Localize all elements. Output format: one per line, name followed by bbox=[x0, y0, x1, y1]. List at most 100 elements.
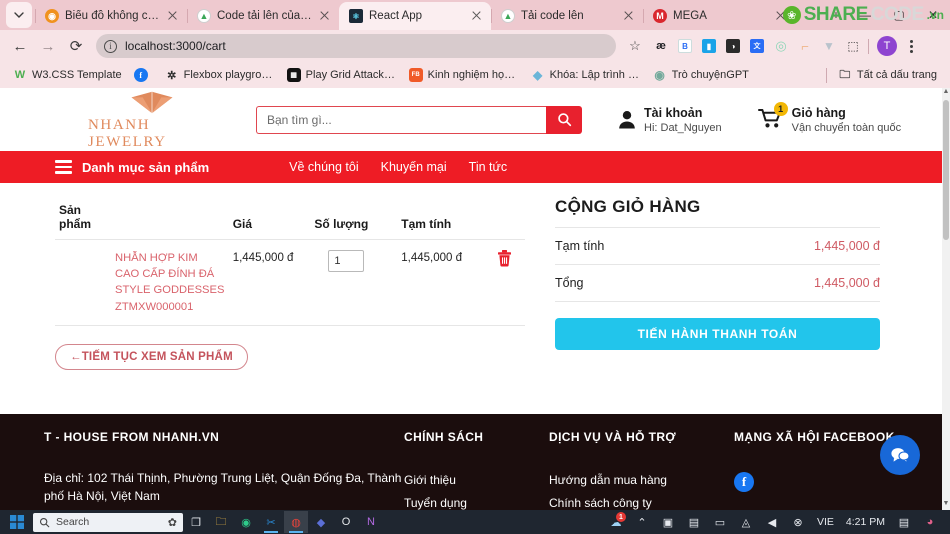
site-logo[interactable]: NHANH JEWELRY bbox=[88, 89, 216, 151]
translate-extension-icon[interactable]: 文 bbox=[746, 35, 768, 57]
tab-title: Code tải lên của tôi bbox=[217, 10, 312, 22]
wifi-icon[interactable]: ◬ bbox=[734, 511, 758, 533]
browser-tab-3[interactable]: ▲ Tải code lên bbox=[491, 2, 643, 30]
close-icon[interactable] bbox=[166, 9, 180, 23]
new-tab-button[interactable]: + bbox=[824, 0, 848, 30]
browser-tab-1[interactable]: ▲ Code tải lên của tôi bbox=[187, 2, 339, 30]
bookmark-star-icon[interactable]: ☆ bbox=[622, 33, 648, 59]
task-view-icon[interactable]: ❐ bbox=[184, 511, 208, 533]
nav-link-promotions[interactable]: Khuyến mại bbox=[381, 160, 447, 174]
clock[interactable]: 4:21 PM bbox=[841, 516, 890, 528]
footer-link-company-policy[interactable]: Chính sách công ty bbox=[549, 492, 734, 510]
show-hidden-icons[interactable]: ⌃ bbox=[630, 511, 654, 533]
search-button[interactable] bbox=[546, 105, 582, 134]
language-indicator[interactable]: VIE bbox=[812, 516, 839, 528]
close-icon[interactable] bbox=[318, 9, 332, 23]
info-icon[interactable]: i bbox=[104, 39, 117, 53]
search-icon bbox=[557, 113, 571, 127]
blue-extension-icon[interactable]: ▮ bbox=[698, 35, 720, 57]
colorful-app-icon[interactable]: ◕ bbox=[918, 511, 942, 533]
all-bookmarks-button[interactable]: 🗀 Tất cả dấu trang bbox=[833, 66, 942, 84]
profile-avatar[interactable]: T bbox=[877, 36, 897, 56]
notion-icon[interactable]: N bbox=[359, 511, 383, 533]
bookmark-item-6[interactable]: ◉ Trò chuyệnGPT bbox=[648, 66, 754, 84]
windows-start-icon[interactable] bbox=[4, 515, 30, 529]
kebab-menu-icon[interactable] bbox=[901, 39, 921, 53]
account-menu[interactable]: Tài khoản Hi: Dat_Nguyen bbox=[618, 106, 722, 134]
trash-icon[interactable] bbox=[497, 250, 512, 271]
media-player-icon[interactable]: ◉ bbox=[234, 511, 258, 533]
notification-icon[interactable]: ▤ bbox=[892, 511, 916, 533]
puzzle-extension-icon[interactable]: ⬚ bbox=[842, 35, 864, 57]
cart-menu[interactable]: 1 Giỏ hàng Vận chuyển toàn quốc bbox=[757, 102, 901, 134]
col-product: Sản phẩm bbox=[55, 197, 229, 240]
summary-label: Tạm tính bbox=[555, 239, 605, 253]
minimize-button[interactable]: — bbox=[848, 0, 882, 30]
v-extension-icon[interactable]: ▼ bbox=[818, 35, 840, 57]
product-name-link[interactable]: NHẪN HỢP KIM CAO CẤP ĐÍNH ĐÁ STYLE GODDE… bbox=[115, 252, 224, 313]
nav-link-about[interactable]: Về chúng tôi bbox=[289, 160, 359, 174]
forward-button[interactable]: → bbox=[34, 32, 62, 60]
checkout-button[interactable]: TIẾN HÀNH THANH TOÁN bbox=[555, 318, 880, 350]
browser-tab-0[interactable]: ◉ Biểu đồ không có tiêu đ bbox=[35, 2, 187, 30]
bookmark-item-5[interactable]: ◆ Khóa: Lập trình Pyt... bbox=[526, 66, 646, 84]
address-bar[interactable]: i localhost:3000/cart bbox=[96, 34, 616, 58]
chrome-icon[interactable]: ◍ bbox=[284, 511, 308, 533]
vscode-icon[interactable]: ✂ bbox=[259, 511, 283, 533]
b-extension-icon[interactable]: B bbox=[674, 35, 696, 57]
orange-extension-icon[interactable]: ⌐ bbox=[794, 35, 816, 57]
footer-link-buying-guide[interactable]: Hướng dẫn mua hàng bbox=[549, 469, 734, 492]
cart-header-row: Sản phẩm Giá Số lượng Tạm tính bbox=[55, 197, 525, 240]
page-scrollbar[interactable]: ▲ ▼ bbox=[942, 88, 950, 510]
bookmark-item-0[interactable]: W W3.CSS Template bbox=[8, 66, 127, 84]
back-button[interactable]: ← bbox=[6, 32, 34, 60]
close-window-button[interactable]: ✕ bbox=[916, 0, 950, 30]
footer-link-recruit[interactable]: Tuyển dụng bbox=[404, 492, 549, 510]
scroll-up-arrow[interactable]: ▲ bbox=[942, 88, 950, 98]
cart-icon-wrapper: 1 bbox=[757, 102, 788, 132]
dark-extension-icon[interactable]: ◑ bbox=[722, 35, 744, 57]
continue-shopping-button[interactable]: ←TIẾM TỤC XEM SẢN PHẨM bbox=[55, 343, 248, 370]
diamond-icon bbox=[131, 91, 173, 113]
green-extension-icon[interactable]: ◎ bbox=[770, 35, 792, 57]
bookmarks-bar: W W3.CSS Template f ✲ Flexbox playground… bbox=[0, 62, 950, 88]
category-menu-button[interactable]: Danh mục sản phẩm bbox=[55, 160, 209, 175]
file-explorer-icon[interactable]: 🗀 bbox=[209, 511, 233, 533]
footer-link-intro[interactable]: Giới thiệu bbox=[404, 469, 549, 492]
summary-row-subtotal: Tạm tính 1,445,000 đ bbox=[555, 228, 880, 265]
tab-title: Tải code lên bbox=[521, 10, 584, 22]
ae-extension-icon[interactable]: æ bbox=[650, 35, 672, 57]
battery-icon[interactable]: ▭ bbox=[708, 511, 732, 533]
close-icon[interactable] bbox=[622, 9, 636, 23]
error-icon[interactable]: ⊗ bbox=[786, 511, 810, 533]
webcam-icon[interactable]: ▣ bbox=[656, 511, 680, 533]
scrollbar-thumb[interactable] bbox=[943, 100, 949, 240]
app-tray-icon[interactable]: ▤ bbox=[682, 511, 706, 533]
reload-button[interactable]: ⟳ bbox=[62, 32, 90, 60]
search-input[interactable]: Search ✿ bbox=[33, 512, 183, 532]
bookmark-item-3[interactable]: ▦ Play Grid Attack –... bbox=[282, 66, 402, 84]
all-bookmarks-label: Tất cả dấu trang bbox=[856, 69, 937, 81]
scroll-down-arrow[interactable]: ▼ bbox=[942, 500, 950, 510]
bookmark-item-2[interactable]: ✲ Flexbox playground bbox=[160, 66, 280, 84]
facebook-icon[interactable]: f bbox=[734, 472, 754, 492]
cart-summary-section: CỘNG GIỎ HÀNG Tạm tính 1,445,000 đ Tổng … bbox=[555, 197, 880, 370]
search-input[interactable]: Bạn tìm gì... bbox=[256, 105, 546, 134]
quantity-input[interactable]: 1 bbox=[328, 250, 365, 272]
volume-icon[interactable]: ◀ bbox=[760, 511, 784, 533]
bookmark-item-4[interactable]: FB Kinh nghiệm học hi... bbox=[404, 66, 524, 84]
fb-group-icon: FB bbox=[408, 68, 423, 82]
maximize-button[interactable]: ▢ bbox=[882, 0, 916, 30]
cell-price: 1,445,000 đ bbox=[228, 239, 311, 326]
browser-tab-4[interactable]: M MEGA bbox=[643, 2, 795, 30]
tab-search-button[interactable] bbox=[6, 2, 32, 28]
close-icon[interactable] bbox=[470, 9, 484, 23]
nav-link-news[interactable]: Tin tức bbox=[469, 160, 507, 174]
close-icon[interactable] bbox=[774, 9, 788, 23]
bookmark-item-1[interactable]: f bbox=[129, 66, 158, 84]
onedrive-icon[interactable]: ☁ 1 bbox=[604, 511, 628, 533]
teams-icon[interactable]: ◆ bbox=[309, 511, 333, 533]
browser-tab-2-active[interactable]: ⚛ React App bbox=[339, 2, 491, 30]
opera-icon[interactable]: O bbox=[334, 511, 358, 533]
chat-bubble-icon[interactable] bbox=[880, 435, 920, 475]
